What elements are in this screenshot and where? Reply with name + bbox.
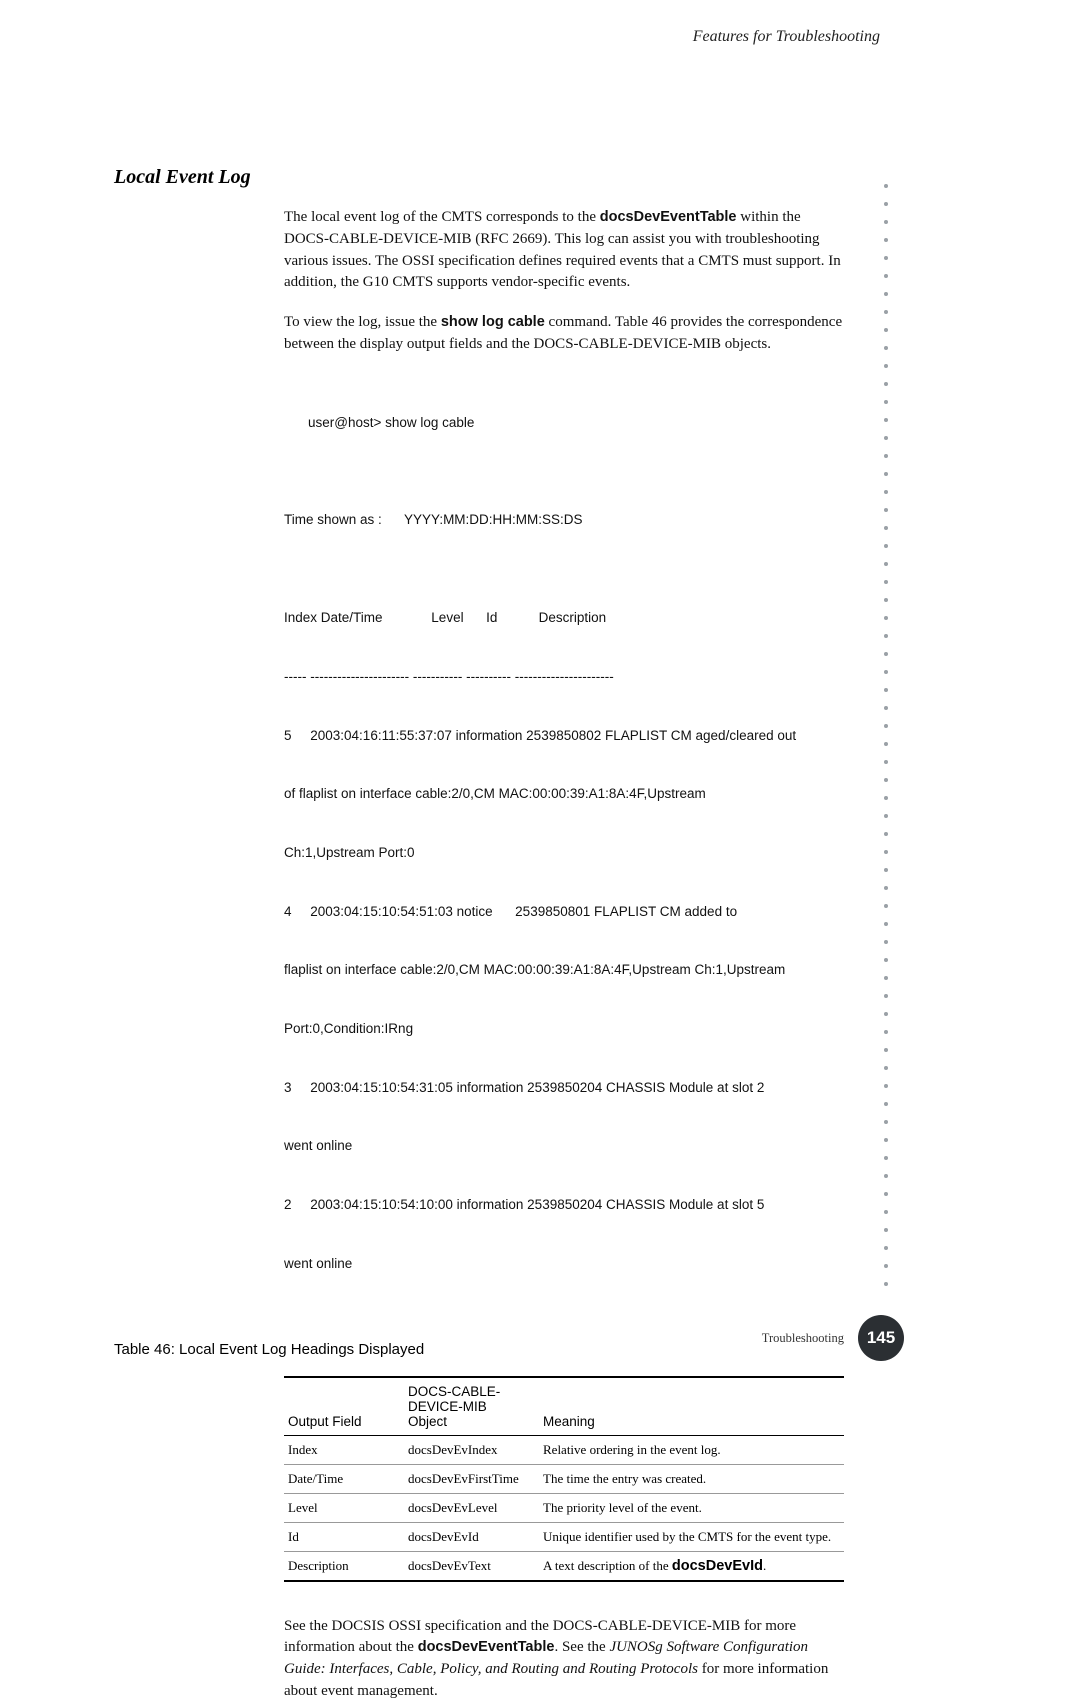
text: A text description of the [543,1558,672,1573]
section-title: Local Event Log [114,166,1000,189]
cell-output-field: Date/Time [284,1464,404,1493]
cli-column-header: Index Date/Time Level Id Description [284,608,844,628]
cli-row: 2 2003:04:15:10:54:10:00 information 253… [284,1195,844,1215]
page-number-badge: 145 [858,1315,904,1361]
cli-row: 3 2003:04:15:10:54:31:05 information 253… [284,1078,844,1098]
cli-time-shown: Time shown as : YYYY:MM:DD:HH:MM:SS:DS [284,510,844,530]
cli-row: went online [284,1136,844,1156]
cell-mib-object: docsDevEvLevel [404,1493,539,1522]
table-row: Index docsDevEvIndex Relative ordering i… [284,1435,844,1464]
table-row: Description docsDevEvText A text descrip… [284,1551,844,1581]
page-footer: Troubleshooting 145 [762,1315,904,1361]
cell-mib-object: docsDevEvText [404,1551,539,1581]
cli-row: went online [284,1254,844,1274]
cell-meaning: Relative ordering in the event log. [539,1435,844,1464]
cell-mib-object: docsDevEvFirstTime [404,1464,539,1493]
running-header: Features for Troubleshooting [114,28,1000,46]
th-mib-line2: Object [408,1414,447,1429]
docsdevevid-term: docsDevEvId [672,1558,763,1574]
cell-mib-object: docsDevEvIndex [404,1435,539,1464]
cell-output-field: Level [284,1493,404,1522]
table-row: Level docsDevEvLevel The priority level … [284,1493,844,1522]
docsdeveventtable-term: docsDevEventTable [600,209,737,225]
cell-meaning: The priority level of the event. [539,1493,844,1522]
cli-row: Port:0,Condition:IRng [284,1019,844,1039]
table-header-row: Output Field DOCS-CABLE-DEVICE-MIB Objec… [284,1377,844,1436]
text: . [763,1558,766,1573]
th-mib-line1: DOCS-CABLE-DEVICE-MIB [408,1384,500,1414]
table-row: Id docsDevEvId Unique identifier used by… [284,1522,844,1551]
text: . See the [554,1639,609,1655]
local-event-log-table: Output Field DOCS-CABLE-DEVICE-MIB Objec… [284,1376,844,1582]
text: The local event log of the CMTS correspo… [284,209,600,225]
intro-paragraph-1: The local event log of the CMTS correspo… [284,207,844,294]
cell-mib-object: docsDevEvId [404,1522,539,1551]
docsdeveventtable-term: docsDevEventTable [418,1639,555,1655]
cell-output-field: Description [284,1551,404,1581]
cli-row: flaplist on interface cable:2/0,CM MAC:0… [284,960,844,980]
th-meaning: Meaning [539,1377,844,1436]
closing-text: See the DOCSIS OSSI specification and th… [284,1616,844,1703]
cli-row: 5 2003:04:16:11:55:37:07 information 253… [284,726,844,746]
footer-section-label: Troubleshooting [762,1331,844,1346]
body-column: The local event log of the CMTS correspo… [284,207,844,1313]
closing-paragraph: See the DOCSIS OSSI specification and th… [284,1616,844,1703]
cli-row: Ch:1,Upstream Port:0 [284,843,844,863]
cli-prompt-line: user@host> show log cable [308,413,844,433]
cell-meaning: A text description of the docsDevEvId. [539,1551,844,1581]
text: To view the log, issue the [284,314,441,330]
cli-divider: ----- ---------------------- -----------… [284,667,844,687]
margin-dots-decoration [884,170,890,1300]
th-output-field: Output Field [284,1377,404,1436]
cell-meaning: The time the entry was created. [539,1464,844,1493]
cli-output: user@host> show log cable Time shown as … [284,374,844,1313]
show-log-cable-command: show log cable [441,314,545,330]
th-mib-object: DOCS-CABLE-DEVICE-MIB Object [404,1377,539,1436]
cli-row: 4 2003:04:15:10:54:51:03 notice 25398508… [284,902,844,922]
page: Features for Troubleshooting Local Event… [0,0,1080,1397]
cell-output-field: Id [284,1522,404,1551]
table-row: Date/Time docsDevEvFirstTime The time th… [284,1464,844,1493]
cell-meaning: Unique identifier used by the CMTS for t… [539,1522,844,1551]
cell-output-field: Index [284,1435,404,1464]
cli-row: of flaplist on interface cable:2/0,CM MA… [284,784,844,804]
intro-paragraph-2: To view the log, issue the show log cabl… [284,312,844,356]
